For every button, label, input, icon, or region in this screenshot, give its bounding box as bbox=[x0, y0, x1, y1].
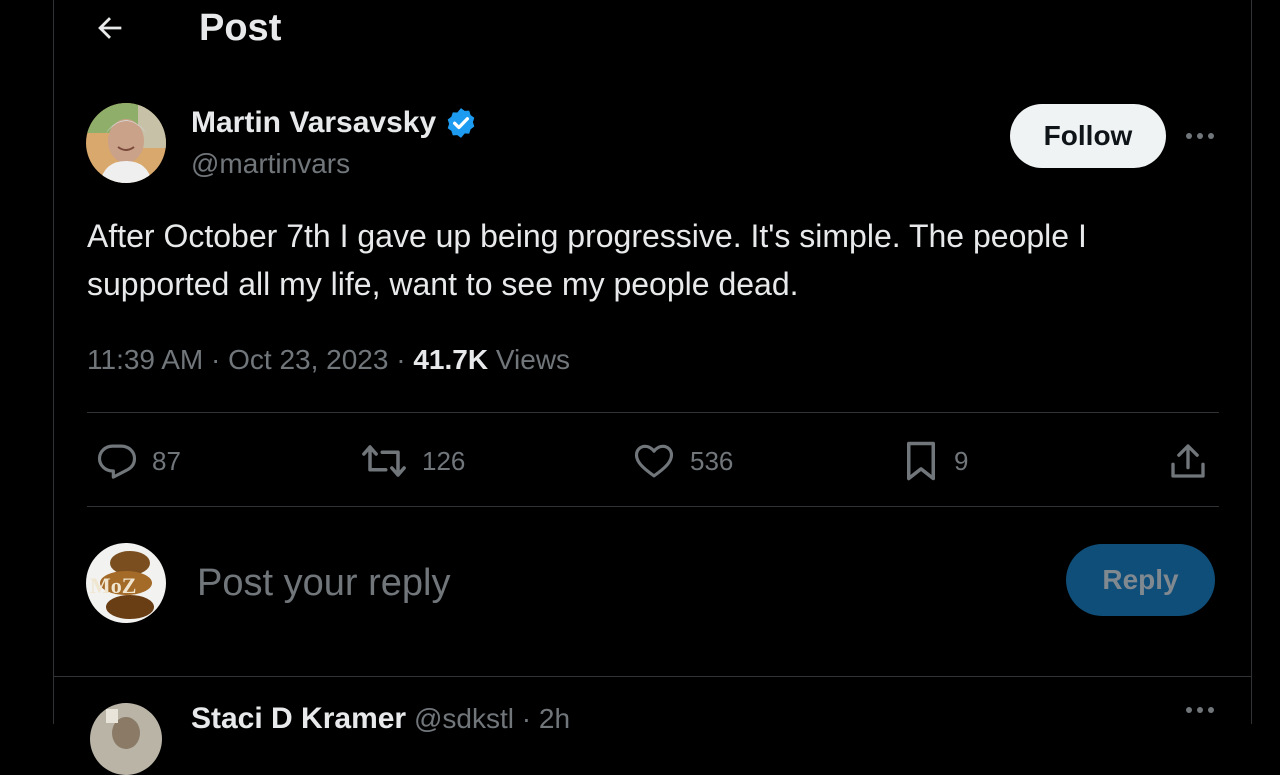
share-icon bbox=[1171, 444, 1205, 478]
meta-separator: · bbox=[396, 344, 406, 375]
next-post-handle[interactable]: @sdkstl bbox=[414, 703, 514, 734]
next-post-author-name[interactable]: Staci D Kramer bbox=[191, 700, 406, 738]
next-post-time[interactable]: 2h bbox=[539, 703, 570, 734]
divider bbox=[87, 506, 1219, 507]
more-icon bbox=[1186, 707, 1214, 713]
author-name-row[interactable]: Martin Varsavsky bbox=[191, 104, 478, 142]
repost-count: 126 bbox=[422, 445, 466, 476]
next-post-avatar[interactable] bbox=[90, 703, 162, 775]
back-button[interactable] bbox=[90, 8, 130, 48]
share-action[interactable] bbox=[1168, 436, 1208, 486]
like-count: 536 bbox=[690, 445, 734, 476]
more-icon bbox=[1186, 133, 1214, 139]
page-header: Post bbox=[54, 0, 1251, 56]
next-post-more-button[interactable] bbox=[1180, 706, 1220, 726]
next-post-meta: @sdkstl · 2h bbox=[414, 700, 570, 738]
reply-button[interactable]: Reply bbox=[1066, 544, 1215, 616]
post-date[interactable]: Oct 23, 2023 bbox=[228, 344, 388, 375]
follow-button[interactable]: Follow bbox=[1010, 104, 1166, 168]
bookmark-icon bbox=[907, 441, 935, 481]
post-text: After October 7th I gave up being progre… bbox=[87, 218, 1087, 302]
reply-input[interactable] bbox=[195, 554, 999, 612]
author-avatar[interactable] bbox=[86, 103, 166, 183]
divider bbox=[87, 412, 1219, 413]
verified-badge-icon[interactable] bbox=[444, 106, 478, 140]
reply-action[interactable]: 87 bbox=[96, 436, 181, 486]
reply-count: 87 bbox=[152, 445, 181, 476]
meta-separator: · bbox=[521, 703, 532, 734]
user-avatar-text: MoZ bbox=[90, 573, 136, 598]
page-title: Post bbox=[199, 7, 282, 49]
views-label: Views bbox=[495, 344, 571, 375]
repost-action[interactable]: 126 bbox=[360, 436, 465, 486]
post-meta: 11:39 AM · Oct 23, 2023 · 41.7K Views bbox=[87, 338, 570, 382]
user-avatar[interactable]: MoZ bbox=[86, 543, 166, 623]
post-time[interactable]: 11:39 AM bbox=[87, 344, 203, 375]
author-handle[interactable]: @martinvars bbox=[191, 146, 350, 182]
repost-icon bbox=[362, 445, 406, 477]
meta-separator: · bbox=[211, 344, 221, 375]
more-options-button[interactable] bbox=[1180, 116, 1220, 156]
bookmark-action[interactable]: 9 bbox=[902, 436, 968, 486]
arrow-left-icon bbox=[98, 17, 122, 39]
views-count: 41.7K bbox=[413, 344, 489, 375]
reply-icon bbox=[97, 444, 137, 479]
heart-icon bbox=[634, 444, 674, 478]
divider bbox=[54, 676, 1251, 677]
author-name[interactable]: Martin Varsavsky bbox=[191, 104, 436, 142]
like-action[interactable]: 536 bbox=[632, 436, 733, 486]
main-column: Post Martin Varsavsky @martinvars Follow… bbox=[53, 0, 1252, 775]
bookmark-count: 9 bbox=[954, 445, 969, 476]
